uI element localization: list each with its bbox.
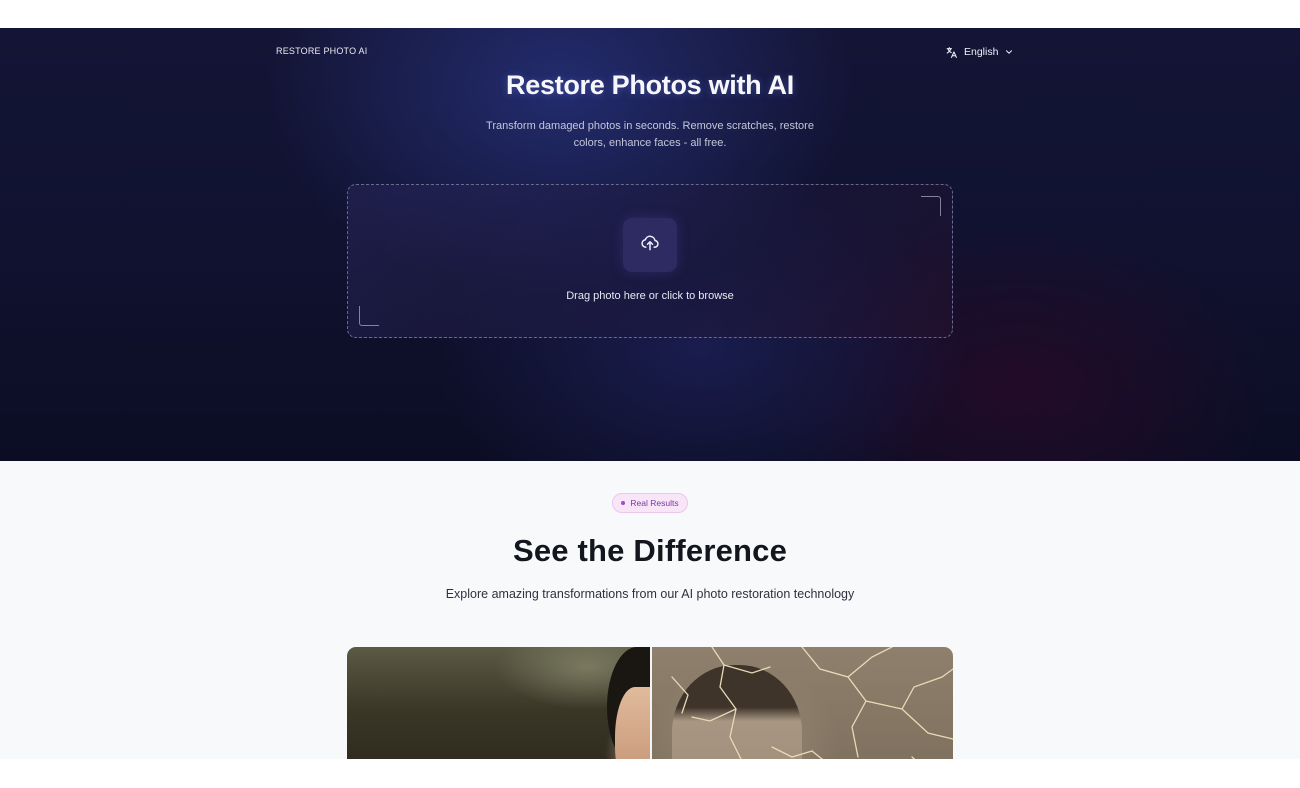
badge-dot [621,501,626,505]
translate-icon [945,46,958,59]
section-title: See the Difference [512,533,788,568]
photo-cracks [671,647,953,759]
real-results-badge: Real Results [612,493,688,513]
hero-title: Restore Photos with AI [506,70,794,100]
cloud-upload-icon [640,233,660,258]
dropzone-prompt: Drag photo here or click to browse [566,290,734,302]
corner-decoration [359,306,379,326]
brand-logo[interactable]: RESTORE PHOTO AI [276,46,367,56]
before-after-comparison[interactable] [347,647,953,759]
upload-button[interactable] [623,218,677,272]
corner-decoration [921,196,941,216]
restored-photo [347,647,667,759]
language-selector[interactable]: English [945,44,1014,60]
language-label: English [964,46,999,58]
section-subtitle: Explore amazing transformations from our… [445,587,855,601]
chevron-down-icon [1004,47,1014,57]
upload-dropzone[interactable]: Drag photo here or click to browse [347,184,953,338]
hero-section: RESTORE PHOTO AI English Restore Photos … [0,28,1300,461]
hero-subtitle: Transform damaged photos in seconds. Rem… [486,120,814,149]
badge-label: Real Results [630,498,679,508]
page-viewport: RESTORE PHOTO AI English Restore Photos … [0,28,1300,759]
original-damaged-photo [652,647,953,759]
